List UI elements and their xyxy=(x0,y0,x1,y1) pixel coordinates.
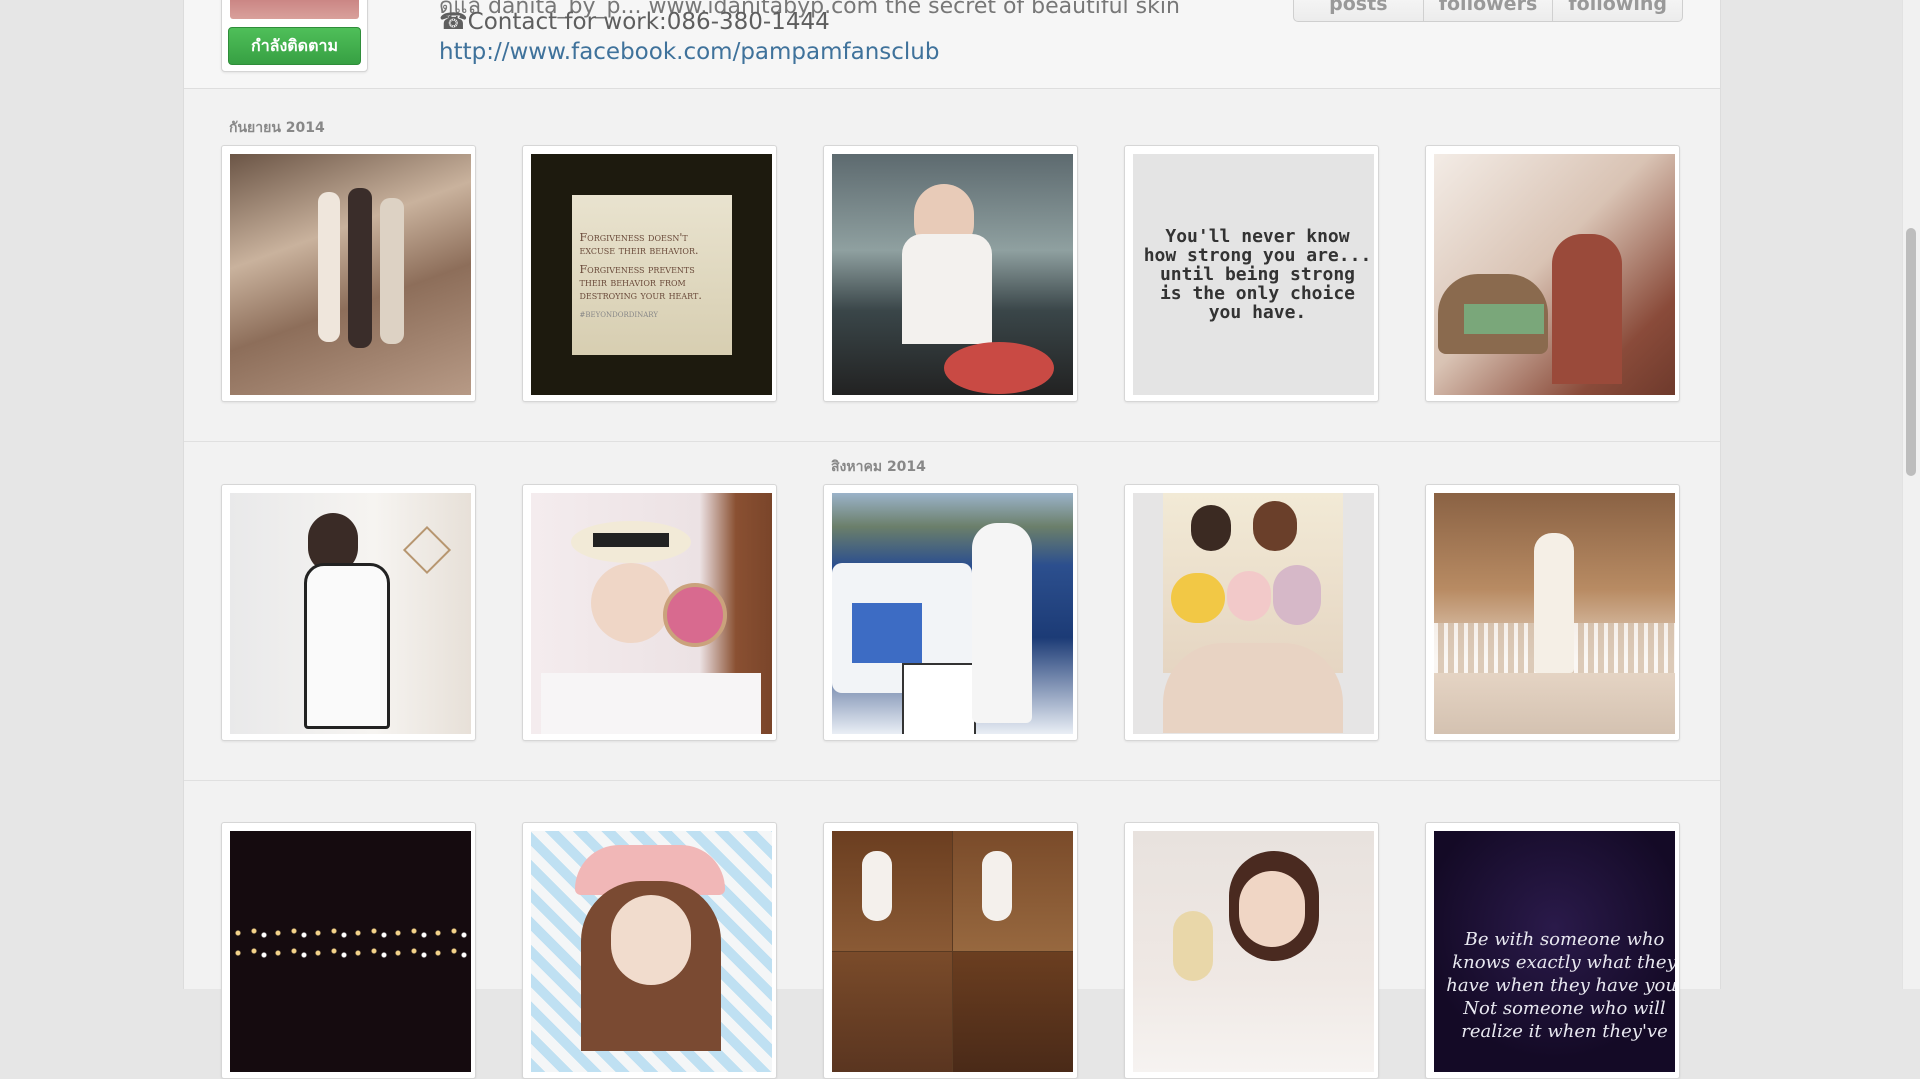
photo-race-car xyxy=(832,493,1073,734)
quote-text: Not someone who will xyxy=(1463,998,1666,1019)
bio-contact: ☎Contact for work:086-380-1444 xyxy=(439,9,830,35)
quote-text: realize it when they've xyxy=(1461,1021,1668,1042)
photo-three-friends xyxy=(230,154,471,395)
photo-night-city xyxy=(230,831,471,1072)
photo-peace-sign-dinner xyxy=(832,154,1073,395)
quote-tag: #BEYONDORDINARY xyxy=(579,310,658,319)
avatar[interactable] xyxy=(230,0,359,19)
section-divider xyxy=(184,441,1720,442)
photo-tile[interactable] xyxy=(221,822,476,1079)
photo-forgiveness-quote: Forgiveness doesn't excuse their behavio… xyxy=(531,154,772,395)
quote-card: Forgiveness doesn't excuse their behavio… xyxy=(571,194,732,355)
quote-text: how strong you are... xyxy=(1143,245,1372,266)
bio-link[interactable]: http://www.facebook.com/pampamfansclub xyxy=(439,39,940,65)
photo-tile[interactable]: You'll never know how strong you are... … xyxy=(1124,145,1379,402)
photo-plush-toys xyxy=(1133,493,1374,734)
following-button[interactable]: กำลังติดตาม xyxy=(228,27,361,65)
profile-header: กำลังติดตาม ดูแล danita_by_p... www.idan… xyxy=(184,0,1720,89)
quote-text: Forgiveness doesn't excuse their behavio… xyxy=(579,230,699,257)
scrollbar[interactable] xyxy=(1902,0,1920,989)
quote-text: you have. xyxy=(1208,302,1307,323)
photo-white-dress-mirror xyxy=(230,493,471,734)
quote-text: is the only choice xyxy=(1159,283,1356,304)
photo-tile[interactable] xyxy=(1124,484,1379,741)
photo-be-with-quote: Be with someone who knows exactly what t… xyxy=(1434,831,1675,1072)
month-label: กันยายน 2014 xyxy=(229,120,325,136)
quote-text: You'll never know xyxy=(1165,226,1350,247)
quote-text: Be with someone who xyxy=(1464,929,1665,950)
stat-posts[interactable]: posts xyxy=(1294,0,1424,21)
scrollbar-thumb[interactable] xyxy=(1906,228,1916,476)
photo-tile[interactable] xyxy=(221,145,476,402)
photo-tile[interactable] xyxy=(522,484,777,741)
photo-tile[interactable]: Forgiveness doesn't excuse their behavio… xyxy=(522,145,777,402)
month-label: สิงหาคม 2014 xyxy=(831,459,926,475)
photo-tile[interactable]: Be with someone who knows exactly what t… xyxy=(1425,822,1680,1079)
photo-collage-friends xyxy=(832,831,1073,1072)
photo-cap-illustration xyxy=(531,831,772,1072)
avatar-card: กำลังติดตาม xyxy=(221,0,368,72)
quote-text: have when they have you. xyxy=(1446,975,1675,996)
photo-hat-compact xyxy=(531,493,772,734)
photo-tile[interactable] xyxy=(522,822,777,1079)
photo-bed-selfie xyxy=(1133,831,1374,1072)
photo-glass-walkway xyxy=(1434,493,1675,734)
quote-text: knows exactly what they xyxy=(1452,952,1675,973)
quote-text: until being strong xyxy=(1159,264,1356,285)
profile-stats: posts followers following xyxy=(1293,0,1683,22)
profile-page: กำลังติดตาม ดูแล danita_by_p... www.idan… xyxy=(183,0,1721,1079)
photo-strong-quote: You'll never know how strong you are... … xyxy=(1133,154,1374,395)
photo-tile[interactable] xyxy=(823,484,1078,741)
quote-text: Forgiveness prevents their behavior from… xyxy=(579,262,702,302)
photo-tile[interactable] xyxy=(1425,145,1680,402)
photo-tile[interactable] xyxy=(221,484,476,741)
stat-followers[interactable]: followers xyxy=(1424,0,1554,21)
section-divider xyxy=(184,780,1720,781)
photo-tile[interactable] xyxy=(823,822,1078,1079)
photo-tile[interactable] xyxy=(823,145,1078,402)
photo-tile[interactable] xyxy=(1124,822,1379,1079)
photo-tile[interactable] xyxy=(1425,484,1680,741)
stat-following[interactable]: following xyxy=(1553,0,1682,21)
photo-holding-bottle xyxy=(1434,154,1675,395)
